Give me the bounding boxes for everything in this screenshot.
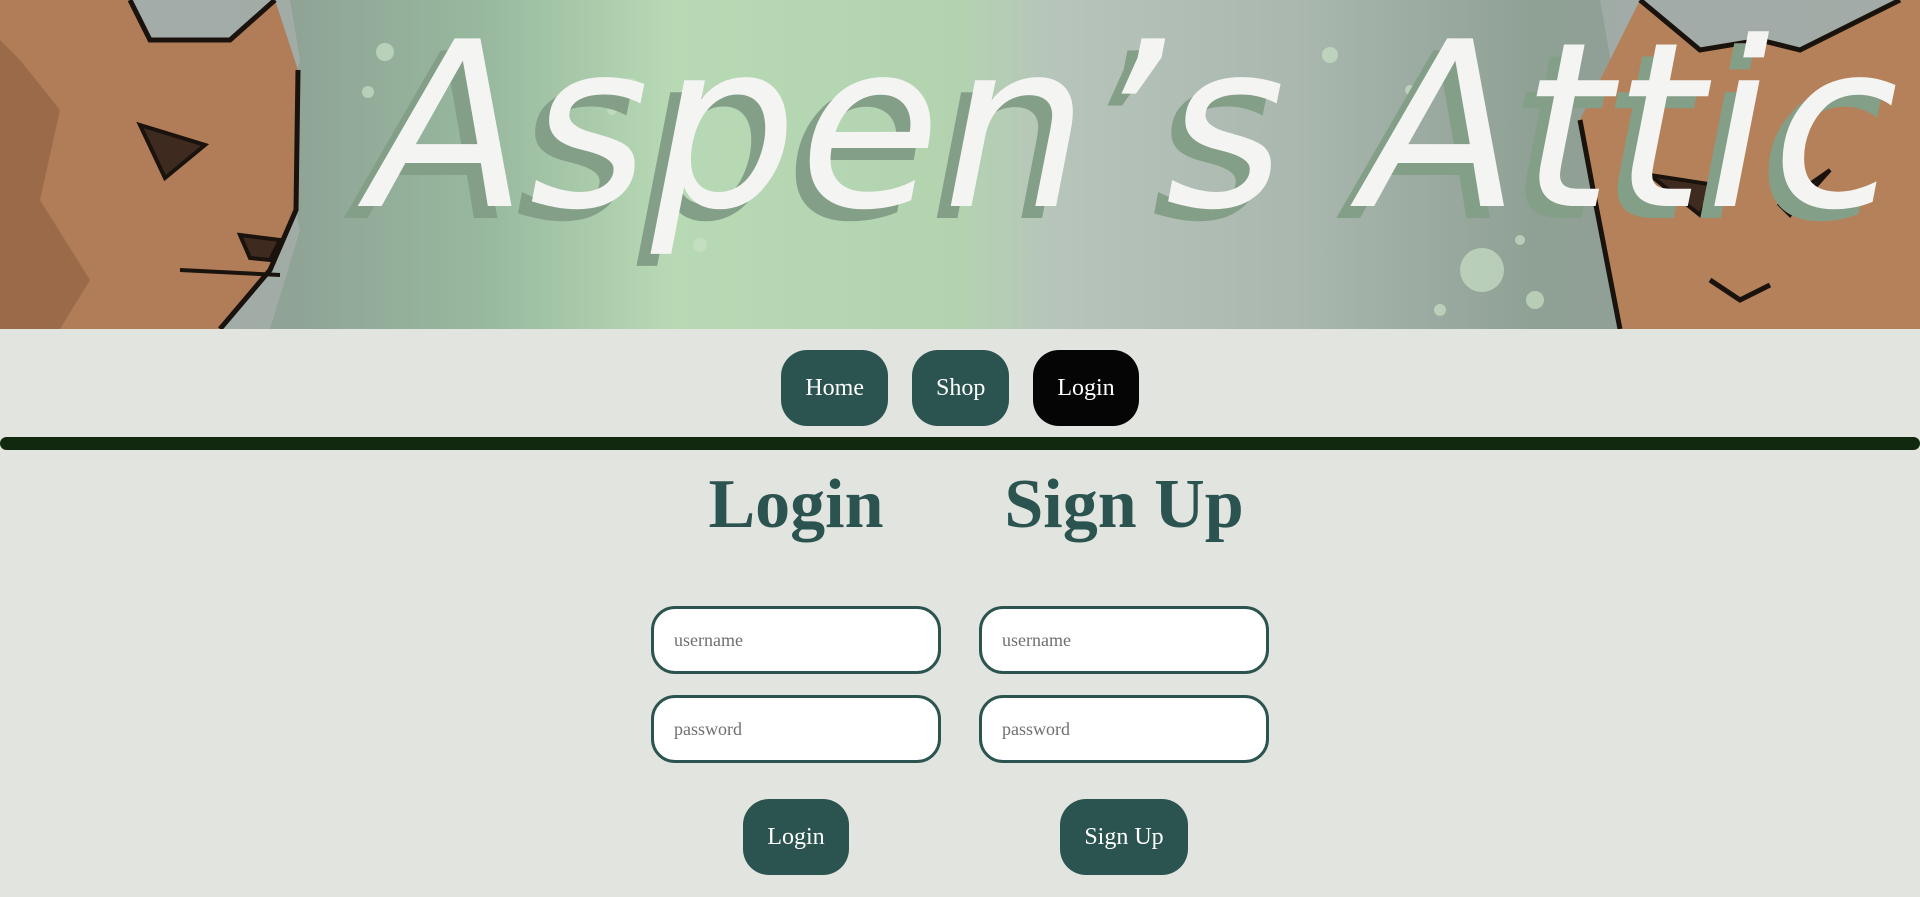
site-title: Aspen’s Attic (370, 0, 1901, 261)
signup-panel: Sign Up Sign Up (979, 450, 1269, 875)
signup-password-input[interactable] (979, 695, 1269, 763)
section-divider (0, 437, 1920, 450)
login-heading: Login (708, 466, 884, 543)
login-submit-button[interactable]: Login (743, 799, 849, 875)
main-nav: Home Shop Login (0, 350, 1920, 426)
nav-login-button[interactable]: Login (1033, 350, 1139, 426)
login-password-input[interactable] (651, 695, 941, 763)
header-banner: Aspen’s Attic (0, 0, 1920, 329)
signup-submit-button[interactable]: Sign Up (1060, 799, 1188, 875)
left-fox-illustration (0, 0, 301, 329)
signup-username-input[interactable] (979, 606, 1269, 674)
login-panel: Login Login (651, 450, 941, 875)
nav-shop-button[interactable]: Shop (911, 350, 1010, 426)
login-username-input[interactable] (651, 606, 941, 674)
nav-home-button[interactable]: Home (781, 350, 888, 426)
signup-heading: Sign Up (1004, 466, 1244, 543)
